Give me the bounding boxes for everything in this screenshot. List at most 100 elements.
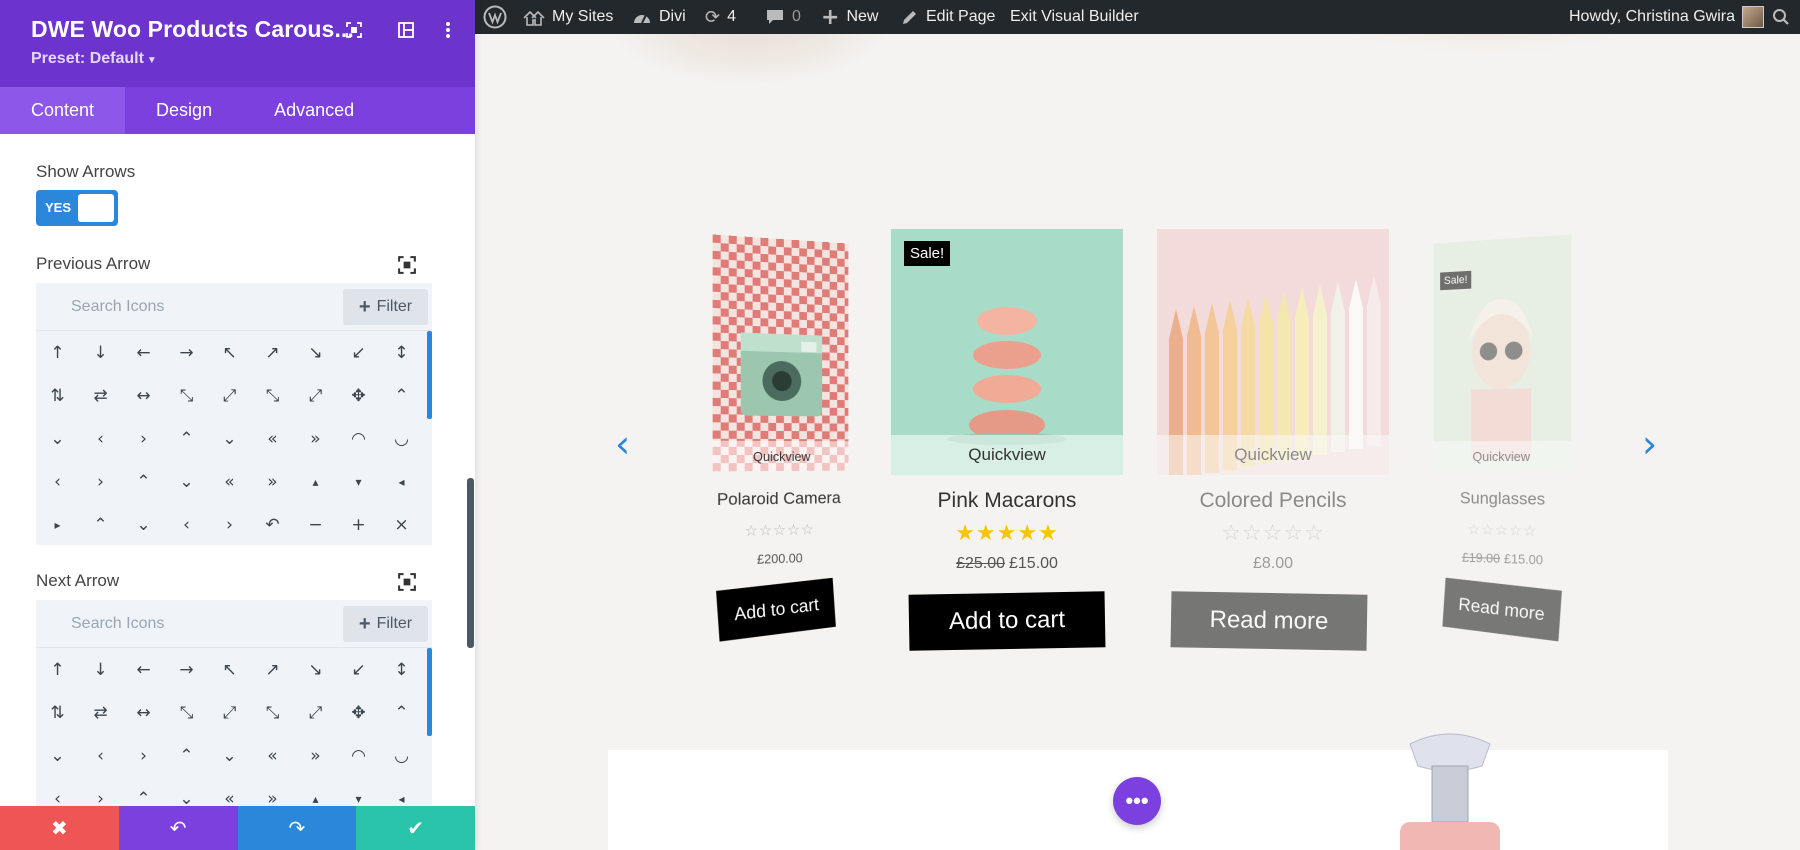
arrow-icon-option[interactable]: ▴	[294, 460, 337, 503]
product-card[interactable]: Quickview Colored Pencils ☆☆☆☆☆ £8.00 Re…	[1157, 229, 1389, 689]
arrow-icon-option[interactable]: −	[294, 503, 337, 545]
arrow-icon-option[interactable]: ⌄	[122, 503, 165, 545]
arrow-icon-option[interactable]: ›	[122, 417, 165, 460]
arrow-icon-option[interactable]: ⌃	[79, 503, 122, 545]
arrow-icon-option[interactable]: ◡	[380, 734, 423, 777]
wordpress-logo[interactable]	[483, 0, 507, 34]
search-icons-input[interactable]	[36, 600, 336, 648]
arrow-icon-option[interactable]: »	[294, 417, 337, 460]
product-card[interactable]: Sale! Quickview Pink Macarons ★★★★★ £25.…	[891, 229, 1123, 689]
search-icons-input[interactable]	[36, 283, 336, 331]
arrow-icon-option[interactable]: ⌄	[208, 417, 251, 460]
product-image[interactable]: Quickview	[713, 234, 849, 471]
undo-button[interactable]: ↶	[119, 806, 238, 850]
carousel-prev-arrow[interactable]: ‹	[615, 422, 630, 466]
arrow-icon-option[interactable]: «	[208, 460, 251, 503]
cancel-button[interactable]: ✖	[0, 806, 119, 850]
arrow-icon-option[interactable]: ✥	[337, 374, 380, 417]
arrow-icon-option[interactable]: ◡	[380, 417, 423, 460]
focus-icon[interactable]	[398, 573, 416, 591]
arrow-icon-option[interactable]: ⌄	[208, 734, 251, 777]
arrow-icon-option[interactable]: ⌄	[165, 460, 208, 503]
more-options-icon[interactable]	[436, 18, 460, 42]
arrow-icon-option[interactable]: »	[294, 734, 337, 777]
arrow-icon-option[interactable]: ↙	[337, 648, 380, 691]
quickview-button[interactable]: Quickview	[713, 441, 849, 472]
add-to-cart-button[interactable]: Add to cart	[909, 591, 1106, 650]
search-button[interactable]	[1772, 0, 1790, 34]
arrow-icon-option[interactable]: ↗	[251, 648, 294, 691]
arrow-icon-option[interactable]: →	[165, 648, 208, 691]
product-title[interactable]: Colored Pencils	[1157, 489, 1389, 513]
arrow-icon-option[interactable]: ‹	[165, 503, 208, 545]
arrow-icon-option[interactable]: ⤡	[165, 374, 208, 417]
arrow-icon-option[interactable]: »	[251, 777, 294, 806]
arrow-icon-option[interactable]: ⌃	[380, 691, 423, 734]
product-image[interactable]: Quickview	[1157, 229, 1389, 475]
arrow-icon-option[interactable]: «	[251, 734, 294, 777]
arrow-icon-option[interactable]: ◠	[337, 417, 380, 460]
arrow-icon-option[interactable]: ⇄	[79, 374, 122, 417]
arrow-icon-option[interactable]: ‹	[36, 777, 79, 806]
arrow-icon-option[interactable]: ↘	[294, 331, 337, 374]
arrow-icon-option[interactable]: ↕	[380, 648, 423, 691]
arrow-icon-option[interactable]: →	[165, 331, 208, 374]
product-image[interactable]: Sale! Quickview	[891, 229, 1123, 475]
arrow-icon-option[interactable]: ×	[380, 503, 423, 545]
arrow-icon-option[interactable]: ↗	[251, 331, 294, 374]
read-more-button[interactable]: Read more	[1171, 591, 1368, 650]
filter-button[interactable]: + Filter	[343, 289, 428, 325]
arrow-icon-option[interactable]: ↔	[122, 374, 165, 417]
arrow-icon-option[interactable]: ⇄	[79, 691, 122, 734]
arrow-icon-option[interactable]: ◂	[380, 460, 423, 503]
redo-button[interactable]: ↷	[238, 806, 357, 850]
arrow-icon-option[interactable]: ⌃	[165, 417, 208, 460]
save-button[interactable]: ✔	[356, 806, 475, 850]
arrow-icon-option[interactable]: ›	[79, 777, 122, 806]
arrow-icon-option[interactable]: ‹	[36, 460, 79, 503]
icon-grid-scrollbar[interactable]	[427, 648, 432, 736]
carousel-next-arrow[interactable]: ›	[1642, 422, 1657, 466]
arrow-icon-option[interactable]: ▾	[337, 777, 380, 806]
my-sites-menu[interactable]: My Sites	[523, 0, 613, 34]
arrow-icon-option[interactable]: ⌄	[165, 777, 208, 806]
arrow-icon-option[interactable]: ▸	[36, 503, 79, 545]
arrow-icon-option[interactable]: ‹	[79, 417, 122, 460]
arrow-icon-option[interactable]: ↘	[294, 648, 337, 691]
arrow-icon-option[interactable]: ⤢	[208, 374, 251, 417]
show-arrows-toggle[interactable]: YES	[36, 190, 118, 226]
tab-content[interactable]: Content	[0, 87, 125, 134]
add-to-cart-button[interactable]: Add to cart	[716, 578, 836, 642]
arrow-icon-option[interactable]: ⌃	[380, 374, 423, 417]
arrow-icon-option[interactable]: ⌃	[165, 734, 208, 777]
expand-icon[interactable]	[342, 18, 366, 42]
arrow-icon-option[interactable]: ✥	[337, 691, 380, 734]
arrow-icon-option[interactable]: »	[251, 460, 294, 503]
arrow-icon-option[interactable]: ›	[79, 460, 122, 503]
arrow-icon-option[interactable]: ←	[122, 648, 165, 691]
arrow-icon-option[interactable]: ↖	[208, 648, 251, 691]
product-title[interactable]: Pink Macarons	[891, 489, 1123, 513]
arrow-icon-option[interactable]: ⇅	[36, 691, 79, 734]
arrow-icon-option[interactable]: ↓	[79, 331, 122, 374]
arrow-icon-option[interactable]: ↶	[251, 503, 294, 545]
arrow-icon-option[interactable]: ⤡	[251, 691, 294, 734]
arrow-icon-option[interactable]: ⤢	[208, 691, 251, 734]
arrow-icon-option[interactable]: ⌄	[36, 417, 79, 460]
product-title[interactable]: Sunglasses	[1431, 488, 1577, 510]
edit-page-link[interactable]: Edit Page	[901, 0, 995, 34]
arrow-icon-option[interactable]: ⤡	[165, 691, 208, 734]
new-menu[interactable]: + New	[821, 0, 878, 34]
updates-menu[interactable]: ⟳ 4	[705, 0, 736, 34]
arrow-icon-option[interactable]: ↙	[337, 331, 380, 374]
arrow-icon-option[interactable]: ▾	[337, 460, 380, 503]
preset-selector[interactable]: Preset: Default ▼	[31, 50, 157, 68]
arrow-icon-option[interactable]: ↖	[208, 331, 251, 374]
arrow-icon-option[interactable]: ›	[122, 734, 165, 777]
icon-grid-scrollbar[interactable]	[427, 331, 432, 419]
arrow-icon-option[interactable]: ◂	[380, 777, 423, 806]
arrow-icon-option[interactable]: ⤡	[251, 374, 294, 417]
product-card[interactable]: Quickview Polaroid Camera ☆☆☆☆☆ £200.00 …	[706, 234, 852, 674]
arrow-icon-option[interactable]: ←	[122, 331, 165, 374]
read-more-button[interactable]: Read more	[1442, 578, 1562, 642]
